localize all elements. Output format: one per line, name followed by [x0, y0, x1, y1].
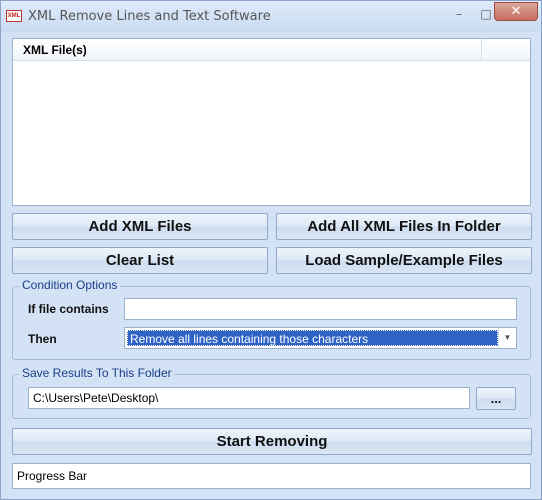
window-title: XML Remove Lines and Text Software	[28, 9, 271, 24]
add-xml-files-button[interactable]: Add XML Files	[12, 213, 268, 240]
add-folder-button[interactable]: Add All XML Files In Folder	[276, 213, 532, 240]
xml-file-list[interactable]: XML File(s)	[12, 38, 531, 206]
browse-folder-button[interactable]: ...	[476, 387, 516, 410]
close-button[interactable]: ✕	[494, 2, 538, 21]
clear-list-button[interactable]: Clear List	[12, 247, 268, 274]
condition-options-group: Condition Options If file contains Then …	[12, 278, 531, 360]
start-removing-button[interactable]: Start Removing	[12, 428, 532, 455]
contains-text-input[interactable]	[124, 298, 517, 320]
action-selected-value: Remove all lines containing those charac…	[127, 330, 498, 346]
progress-bar: Progress Bar	[12, 463, 531, 489]
action-select[interactable]: Remove all lines containing those charac…	[124, 327, 517, 349]
load-sample-button[interactable]: Load Sample/Example Files	[276, 247, 532, 274]
output-folder-input[interactable]	[28, 387, 470, 409]
if-file-contains-label: If file contains	[28, 302, 109, 316]
main-window: XML XML Remove Lines and Text Software –…	[0, 0, 542, 500]
save-results-legend: Save Results To This Folder	[19, 366, 175, 380]
then-label: Then	[28, 332, 57, 346]
app-logo-icon: XML	[6, 10, 22, 22]
column-header-xml-files[interactable]: XML File(s)	[13, 39, 482, 60]
minimize-button[interactable]: –	[447, 5, 471, 23]
chevron-down-icon[interactable]: ▼	[498, 328, 516, 348]
condition-options-legend: Condition Options	[19, 278, 121, 292]
save-results-group: Save Results To This Folder ...	[12, 366, 531, 419]
title-bar: XML XML Remove Lines and Text Software –…	[1, 1, 541, 32]
file-list-header: XML File(s)	[13, 39, 530, 61]
